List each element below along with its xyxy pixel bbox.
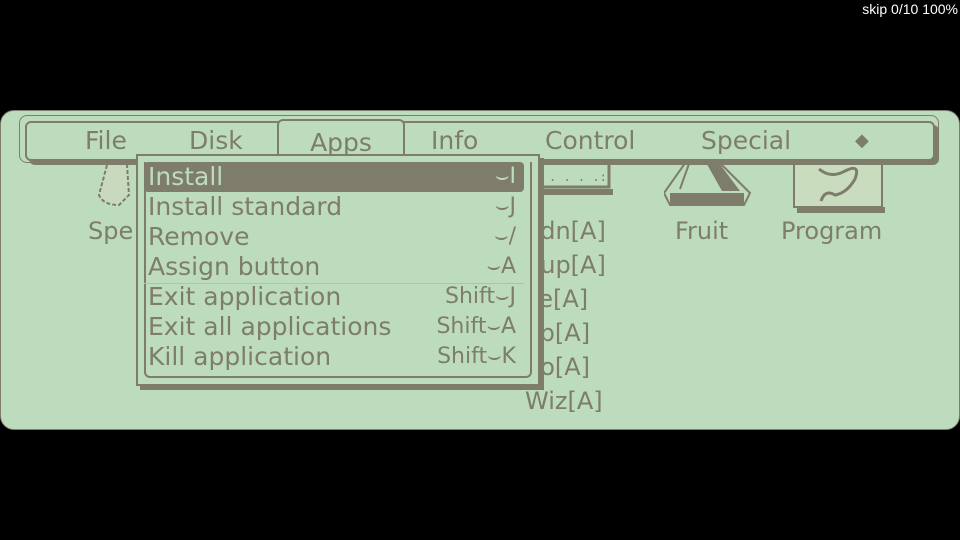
- menu-diamond-icon[interactable]: ◆: [855, 125, 869, 157]
- menu-item-exit-all-applications[interactable]: Exit all applications Shift⌣A: [144, 312, 524, 342]
- menu-item-remove[interactable]: Remove ⌣/: [144, 222, 524, 252]
- menu-item-install[interactable]: Install ⌣I: [144, 162, 524, 192]
- menu-item-label: Exit all applications: [148, 312, 392, 341]
- apps-dropdown-menu: Install ⌣I Install standard ⌣J Remove ⌣/…: [136, 154, 540, 386]
- fruit-app-icon[interactable]: [664, 159, 756, 213]
- menu-item-label: Kill application: [148, 342, 332, 371]
- status-text: skip 0/10 100%: [862, 1, 958, 17]
- menu-item-shortcut: Shift⌣K: [437, 344, 516, 369]
- menu-item-shortcut: ⌣/: [494, 224, 516, 249]
- menu-file[interactable]: File: [85, 125, 127, 157]
- menu-item-shortcut: Shift⌣J: [445, 284, 516, 309]
- menu-item-install-standard[interactable]: Install standard ⌣J: [144, 192, 524, 222]
- svg-text:. . . .:: . . . .:: [549, 170, 607, 184]
- menu-item-label: Install standard: [148, 192, 343, 221]
- desktop-icon-label-special[interactable]: Spe: [88, 217, 133, 245]
- menu-control[interactable]: Control: [545, 125, 635, 157]
- desktop-icon-label-fruit[interactable]: Fruit: [675, 217, 728, 245]
- menu-info[interactable]: Info: [431, 125, 478, 157]
- folder-app-icon[interactable]: . . . .:: [539, 161, 615, 197]
- menu-item-shortcut: ⌣A: [486, 254, 516, 279]
- menu-special[interactable]: Special: [701, 125, 791, 157]
- menu-item-assign-button[interactable]: Assign button ⌣A: [144, 252, 524, 282]
- menu-item-exit-application[interactable]: Exit application Shift⌣J: [144, 282, 524, 312]
- menu-item-kill-application[interactable]: Kill application Shift⌣K: [144, 342, 524, 372]
- menu-item-label: Remove: [148, 222, 250, 251]
- program-app-icon[interactable]: [791, 159, 887, 215]
- desktop-screen: Spe . . . .: Fruit Program ddn[A] dup[A]…: [0, 110, 960, 430]
- desktop-icon-label-program[interactable]: Program: [781, 217, 882, 245]
- special-app-icon[interactable]: [93, 161, 133, 211]
- menu-disk[interactable]: Disk: [189, 125, 243, 157]
- menu-item-shortcut: ⌣J: [495, 194, 516, 219]
- menu-item-label: Install: [148, 162, 224, 191]
- menu-item-label: Exit application: [148, 282, 342, 311]
- menu-item-shortcut: ⌣I: [495, 164, 516, 189]
- menu-item-label: Assign button: [148, 252, 321, 281]
- app-list-item[interactable]: Wiz[A]: [525, 387, 603, 415]
- menu-item-shortcut: Shift⌣A: [436, 314, 516, 339]
